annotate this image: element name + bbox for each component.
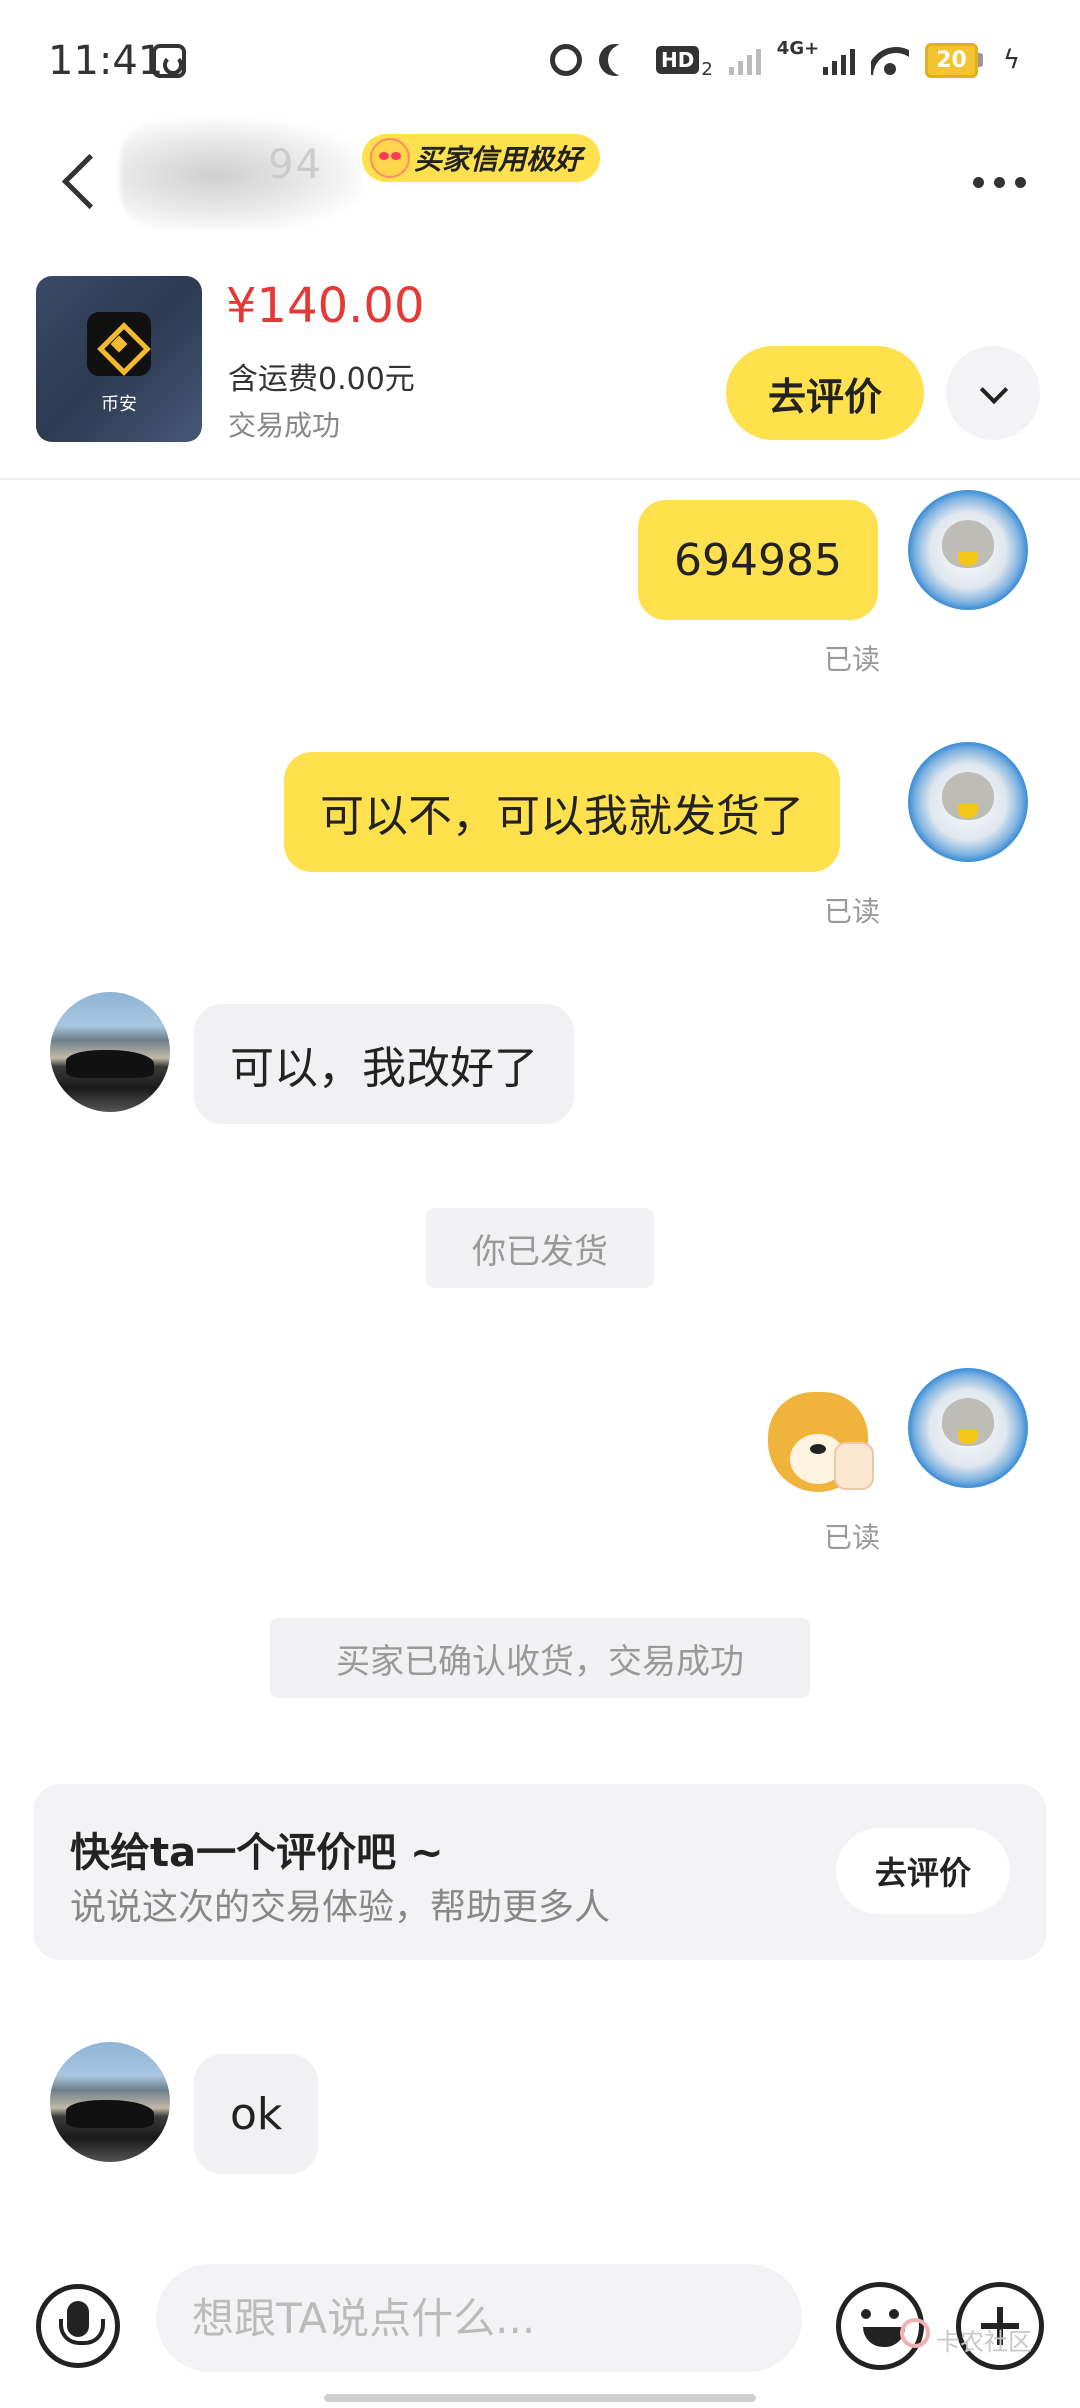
- watermark: 卡农社区: [936, 2328, 1032, 2356]
- product-brand: 币安: [101, 394, 137, 415]
- charging-icon: ϟ: [1002, 45, 1020, 75]
- message-bubble-partner[interactable]: 可以，我改好了: [194, 1004, 574, 1124]
- partner-avatar[interactable]: [50, 2042, 170, 2162]
- credit-badge-label: 买家信用极好: [414, 143, 583, 176]
- status-time: 11:41: [48, 38, 164, 84]
- product-thumbnail[interactable]: 币安: [36, 276, 202, 442]
- signal-sim1-icon: [728, 45, 761, 75]
- product-bar: 币安 ¥140.00 含运费0.00元 交易成功 去评价: [0, 270, 1080, 480]
- sync-icon: [152, 44, 186, 78]
- message-text: 可以不，可以我就发货了: [320, 791, 804, 842]
- alarm-icon: [550, 44, 582, 76]
- moon-icon: [608, 44, 640, 76]
- system-notice-text: 你已发货: [472, 1231, 608, 1272]
- order-status: 交易成功: [228, 409, 341, 442]
- doge-thumbs-up-sticker[interactable]: [764, 1384, 880, 1500]
- review-button[interactable]: 去评价: [726, 346, 924, 440]
- status-icons: HD 2 4G+ 20 ϟ: [550, 40, 1020, 80]
- system-notice-text: 买家已确认收货，交易成功: [336, 1641, 744, 1682]
- wifi-icon: [871, 45, 909, 75]
- partner-avatar[interactable]: [50, 992, 170, 1112]
- review-prompt-subtitle: 说说这次的交易体验，帮助更多人: [70, 1887, 611, 1928]
- input-bar: 卡农社区: [0, 2222, 1080, 2408]
- product-shipping: 含运费0.00元: [228, 362, 415, 397]
- my-avatar[interactable]: [908, 1368, 1028, 1488]
- my-avatar[interactable]: [908, 490, 1028, 610]
- message-input[interactable]: [156, 2264, 802, 2372]
- read-receipt: 已读: [824, 643, 881, 676]
- chat-header: 94 买家信用极好: [0, 120, 1080, 270]
- chevron-down-icon[interactable]: [946, 346, 1040, 440]
- back-icon[interactable]: [52, 150, 112, 210]
- message-text: ok: [230, 2088, 283, 2140]
- heart-eyes-emoji-icon: [370, 138, 410, 178]
- binance-logo-icon: [87, 312, 151, 376]
- home-indicator[interactable]: [324, 2394, 756, 2402]
- message-text: 可以，我改好了: [230, 1043, 538, 1094]
- network-type-label: 4G+: [776, 38, 820, 59]
- status-bar: 11:41 HD 2 4G+ 20 ϟ: [0, 0, 1080, 120]
- product-price: ¥140.00: [226, 278, 425, 334]
- watermark-logo-icon: [900, 2318, 930, 2348]
- more-icon[interactable]: [964, 162, 1034, 202]
- message-text: 694985: [674, 534, 842, 586]
- credit-badge[interactable]: 买家信用极好: [362, 134, 601, 182]
- system-notice: 你已发货: [426, 1208, 654, 1288]
- message-bubble-mine[interactable]: 可以不，可以我就发货了: [284, 752, 840, 872]
- my-avatar[interactable]: [908, 742, 1028, 862]
- read-receipt: 已读: [824, 1521, 881, 1554]
- review-card-button[interactable]: 去评价: [836, 1828, 1010, 1914]
- review-prompt-card: 快给ta一个评价吧 ~ 说说这次的交易体验，帮助更多人 去评价: [34, 1784, 1046, 1960]
- blurred-user-avatar[interactable]: [120, 120, 360, 230]
- hd-sim-label: 2: [701, 59, 713, 80]
- message-bubble-partner[interactable]: ok: [194, 2054, 319, 2174]
- review-prompt-title: 快给ta一个评价吧 ~: [70, 1830, 444, 1876]
- username-partial[interactable]: 94: [268, 142, 323, 188]
- battery-level: 20: [925, 42, 978, 78]
- chat-messages[interactable]: 694985 已读 可以不，可以我就发货了 已读 可以，我改好了 你已发货 已读…: [0, 482, 1080, 2222]
- battery-icon: 20: [925, 42, 983, 78]
- system-notice: 买家已确认收货，交易成功: [270, 1618, 810, 1698]
- hd-voice-icon: HD: [656, 46, 700, 74]
- signal-sim2-icon: [823, 45, 856, 75]
- message-bubble-mine[interactable]: 694985: [638, 500, 878, 620]
- microphone-icon[interactable]: [36, 2284, 120, 2368]
- read-receipt: 已读: [824, 895, 881, 928]
